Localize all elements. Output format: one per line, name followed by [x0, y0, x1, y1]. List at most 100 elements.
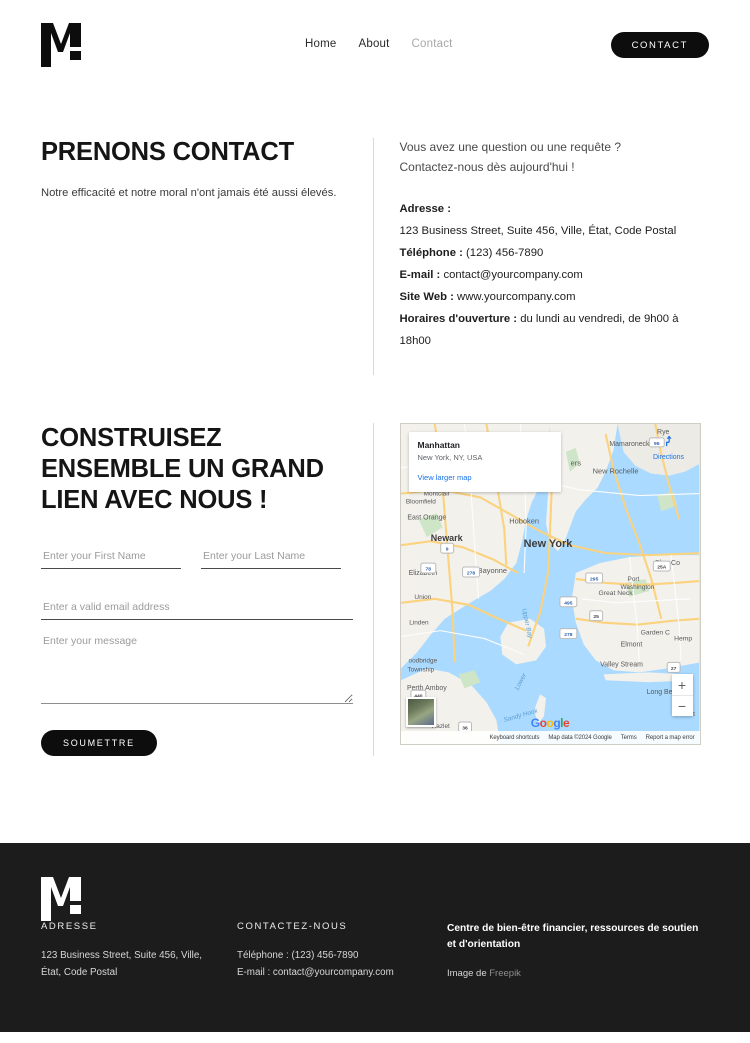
- directions-label: Directions: [652, 454, 685, 461]
- svg-text:Garden C: Garden C: [640, 630, 669, 637]
- zoom-out-button[interactable]: −: [671, 695, 693, 716]
- svg-text:495: 495: [564, 600, 573, 606]
- map-zoom-controls[interactable]: + −: [671, 674, 693, 716]
- map-place-address: New York, NY, USA: [417, 453, 483, 463]
- svg-text:278: 278: [564, 632, 573, 638]
- footer-logo[interactable]: [41, 877, 93, 922]
- footer-contact-column: CONTACTEZ-NOUS Téléphone : (123) 456-789…: [237, 921, 447, 981]
- nav-item-contact[interactable]: Contact: [412, 38, 453, 50]
- directions-icon: [666, 435, 672, 447]
- map-directions-button[interactable]: Directions: [646, 433, 692, 461]
- footer-email-line[interactable]: E-mail : contact@yourcompany.com: [237, 967, 394, 978]
- detail-address-value: 123 Business Street, Suite 456, Ville, É…: [400, 220, 710, 242]
- map-info-card[interactable]: Manhattan New York, NY, USA View larger …: [408, 432, 561, 493]
- detail-hours: Horaires d'ouverture : du lundi au vendr…: [400, 308, 710, 352]
- footer-address-line-1: 123 Business Street, Suite 456, Ville,: [41, 950, 203, 962]
- footer-contact-heading: CONTACTEZ-NOUS: [237, 921, 348, 933]
- svg-text:Bayonne: Bayonne: [477, 566, 506, 575]
- keyboard-shortcuts-link[interactable]: Keyboard shortcuts: [489, 735, 539, 741]
- google-watermark: Google: [530, 716, 570, 730]
- map-data-credit: Map data ©2024 Google: [548, 734, 612, 741]
- header-logo[interactable]: [41, 23, 93, 67]
- intro-lead-line-1: Vous avez une question ou une requête ?: [399, 140, 622, 154]
- message-textarea[interactable]: [41, 634, 353, 705]
- website-label: Site Web :: [399, 290, 454, 303]
- phone-label: Téléphone :: [399, 246, 463, 259]
- svg-text:Hemp: Hemp: [674, 636, 692, 643]
- svg-text:Elmont: Elmont: [620, 642, 642, 649]
- name-field-row: [41, 550, 353, 570]
- map-place-name: Manhattan: [417, 440, 461, 450]
- footer-columns: ADRESSE 123 Business Street, Suite 456, …: [41, 921, 709, 981]
- form-title: CONSTRUISEZ ENSEMBLE UN GRAND LIEN AVEC …: [41, 424, 324, 515]
- hours-label: Horaires d'ouverture :: [399, 312, 518, 325]
- main-nav: Home About Contact: [305, 38, 453, 50]
- detail-address-label: Adresse :: [400, 198, 710, 220]
- detail-phone: Téléphone : (123) 456-7890: [400, 242, 710, 264]
- svg-text:25: 25: [593, 614, 599, 620]
- last-name-input[interactable]: [201, 550, 341, 570]
- svg-text:9: 9: [445, 547, 448, 553]
- zoom-in-button[interactable]: +: [671, 674, 693, 695]
- form-right-column: New York Newark Hoboken Bayonne Elizabet…: [374, 423, 710, 756]
- footer-address-line-2: État, Code Postal: [41, 966, 118, 978]
- footer-image-credit: Image de Freepik: [447, 968, 709, 979]
- email-value[interactable]: contact@yourcompany.com: [443, 269, 582, 281]
- svg-text:Mamaroneck: Mamaroneck: [609, 441, 650, 448]
- svg-text:oodbridge: oodbridge: [408, 657, 437, 664]
- page-subtitle: Notre efficacité et notre moral n'ont ja…: [41, 187, 337, 200]
- svg-text:278: 278: [466, 570, 475, 576]
- email-field-row: [41, 601, 353, 621]
- first-name-input[interactable]: [41, 550, 181, 570]
- svg-text:Bloomfield: Bloomfield: [405, 498, 435, 505]
- svg-text:Township: Township: [407, 666, 434, 673]
- message-field-row: [41, 634, 353, 705]
- street-view-thumbnail[interactable]: [405, 697, 436, 727]
- svg-text:25A: 25A: [657, 565, 667, 571]
- intro-lead: Vous avez une question ou une requête ? …: [400, 138, 710, 178]
- report-error-link[interactable]: Report a map error: [646, 735, 695, 741]
- footer-address-text: 123 Business Street, Suite 456, Ville, É…: [41, 948, 237, 981]
- svg-text:27: 27: [670, 666, 676, 672]
- intro-lead-line-2: Contactez-nous dès aujourd'hui !: [399, 159, 575, 174]
- svg-text:295: 295: [590, 576, 599, 582]
- google-map-embed[interactable]: New York Newark Hoboken Bayonne Elizabet…: [399, 423, 701, 745]
- view-larger-map-link[interactable]: View larger map: [418, 473, 472, 482]
- svg-text:Hoboken: Hoboken: [509, 516, 539, 525]
- header-contact-button[interactable]: CONTACT: [610, 32, 709, 58]
- svg-text:Great Neck: Great Neck: [598, 590, 633, 597]
- svg-text:Newark: Newark: [430, 533, 462, 543]
- footer-address-column: ADRESSE 123 Business Street, Suite 456, …: [41, 921, 237, 981]
- m-dot-logo-icon: [41, 23, 81, 67]
- map-attribution-bar: Keyboard shortcuts Map data ©2024 Google…: [400, 731, 700, 744]
- freepik-link[interactable]: Freepik: [489, 968, 521, 979]
- website-value[interactable]: www.yourcompany.com: [457, 291, 575, 303]
- email-label: E-mail :: [399, 268, 441, 281]
- detail-email: E-mail : contact@yourcompany.com: [400, 264, 710, 286]
- footer-tagline-column: Centre de bien-être financier, ressource…: [447, 921, 709, 981]
- nav-item-about[interactable]: About: [358, 38, 389, 50]
- svg-text:New York: New York: [523, 538, 573, 550]
- svg-text:ers: ers: [570, 459, 581, 468]
- address-value: 123 Business Street, Suite 456, Ville, É…: [399, 224, 677, 237]
- footer-contact-text: Téléphone : (123) 456-7890 E-mail : cont…: [237, 948, 447, 981]
- site-footer: ADRESSE 123 Business Street, Suite 456, …: [0, 843, 750, 1032]
- phone-value: (123) 456-7890: [466, 246, 544, 259]
- footer-phone-line: Téléphone : (123) 456-7890: [237, 950, 359, 962]
- detail-website: Site Web : www.yourcompany.com: [400, 286, 710, 308]
- footer-address-heading: ADRESSE: [41, 921, 98, 933]
- svg-text:Union: Union: [414, 594, 431, 601]
- svg-text:78: 78: [425, 567, 431, 573]
- terms-link[interactable]: Terms: [621, 735, 637, 741]
- nav-item-home[interactable]: Home: [305, 38, 336, 50]
- submit-button[interactable]: SOUMETTRE: [41, 730, 157, 757]
- contact-form: SOUMETTRE: [41, 550, 353, 757]
- intro-right-column: Vous avez une question ou une requête ? …: [374, 138, 710, 375]
- contact-intro-section: PRENONS CONTACT Notre efficacité et notr…: [0, 90, 750, 375]
- email-input[interactable]: [41, 601, 353, 621]
- address-label: Adresse :: [399, 202, 452, 215]
- contact-form-section: CONSTRUISEZ ENSEMBLE UN GRAND LIEN AVEC …: [0, 375, 750, 798]
- svg-text:East Orange: East Orange: [407, 514, 446, 521]
- page-title: PRENONS CONTACT: [41, 138, 294, 166]
- svg-text:Linden: Linden: [409, 620, 429, 627]
